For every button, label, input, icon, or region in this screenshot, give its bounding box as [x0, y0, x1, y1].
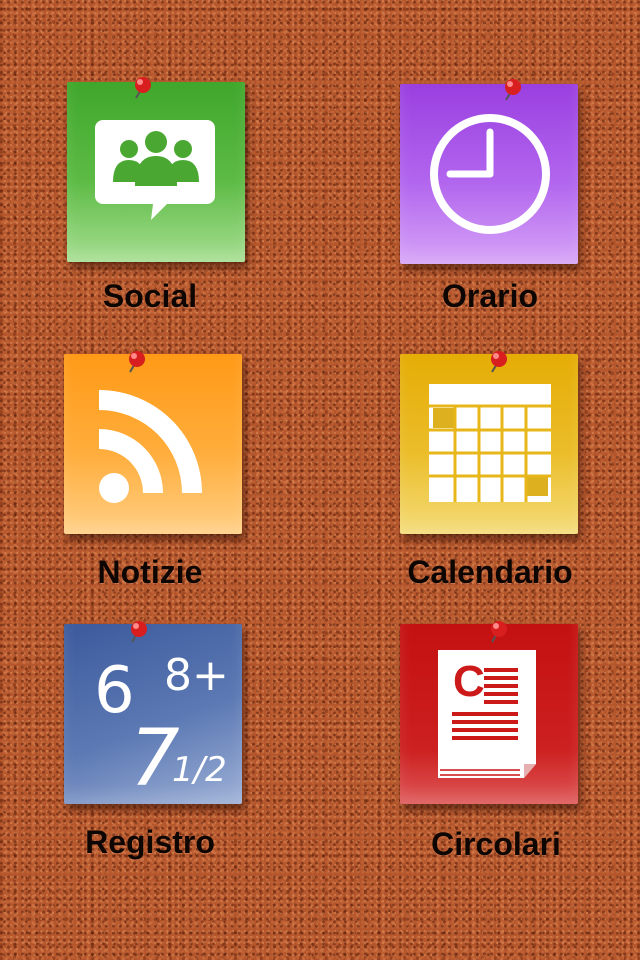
grade-half: 1/2 — [172, 750, 227, 790]
chat-group-icon — [95, 120, 215, 220]
grade-6: 6 — [94, 654, 135, 728]
circolari-note: C — [400, 624, 578, 804]
clock-icon — [430, 114, 550, 234]
registro-label: Registro — [85, 824, 215, 860]
tile-circolari[interactable]: C Circolari — [320, 620, 640, 960]
calendario-label: Calendario — [407, 554, 573, 590]
pushpin-icon — [491, 351, 507, 373]
social-label: Social — [102, 278, 198, 314]
tile-registro[interactable]: 6 8+ 7 1/2 Registro — [0, 620, 320, 960]
notizie-note — [64, 354, 242, 534]
tile-orario[interactable]: Orario — [320, 0, 640, 320]
calendar-icon — [429, 384, 551, 502]
pushpin-icon — [505, 79, 521, 101]
circolari-doc-letter: C — [453, 657, 485, 706]
corkboard-home: { "tiles": { "social": { "label": "Socia… — [0, 0, 640, 960]
notizie-label: Notizie — [97, 554, 203, 590]
tile-notizie[interactable]: Notizie — [0, 320, 320, 620]
rss-icon — [99, 390, 202, 503]
orario-note — [400, 84, 578, 264]
circular-document-icon — [438, 650, 536, 778]
pushpin-icon — [129, 351, 145, 373]
pushpin-icon — [491, 621, 507, 643]
tile-social[interactable]: Social — [0, 0, 320, 320]
pushpin-icon — [131, 621, 147, 643]
registro-note: 6 8+ 7 1/2 — [64, 624, 242, 804]
grade-8-plus: 8+ — [164, 650, 229, 701]
orario-label: Orario — [441, 278, 539, 314]
tile-calendario[interactable]: Calendario — [320, 320, 640, 620]
social-note — [67, 82, 245, 262]
pushpin-icon — [135, 77, 151, 99]
grades-icon: 6 8+ 7 1/2 — [64, 624, 242, 804]
circolari-label: Circolari — [431, 826, 561, 862]
calendario-note — [400, 354, 578, 534]
